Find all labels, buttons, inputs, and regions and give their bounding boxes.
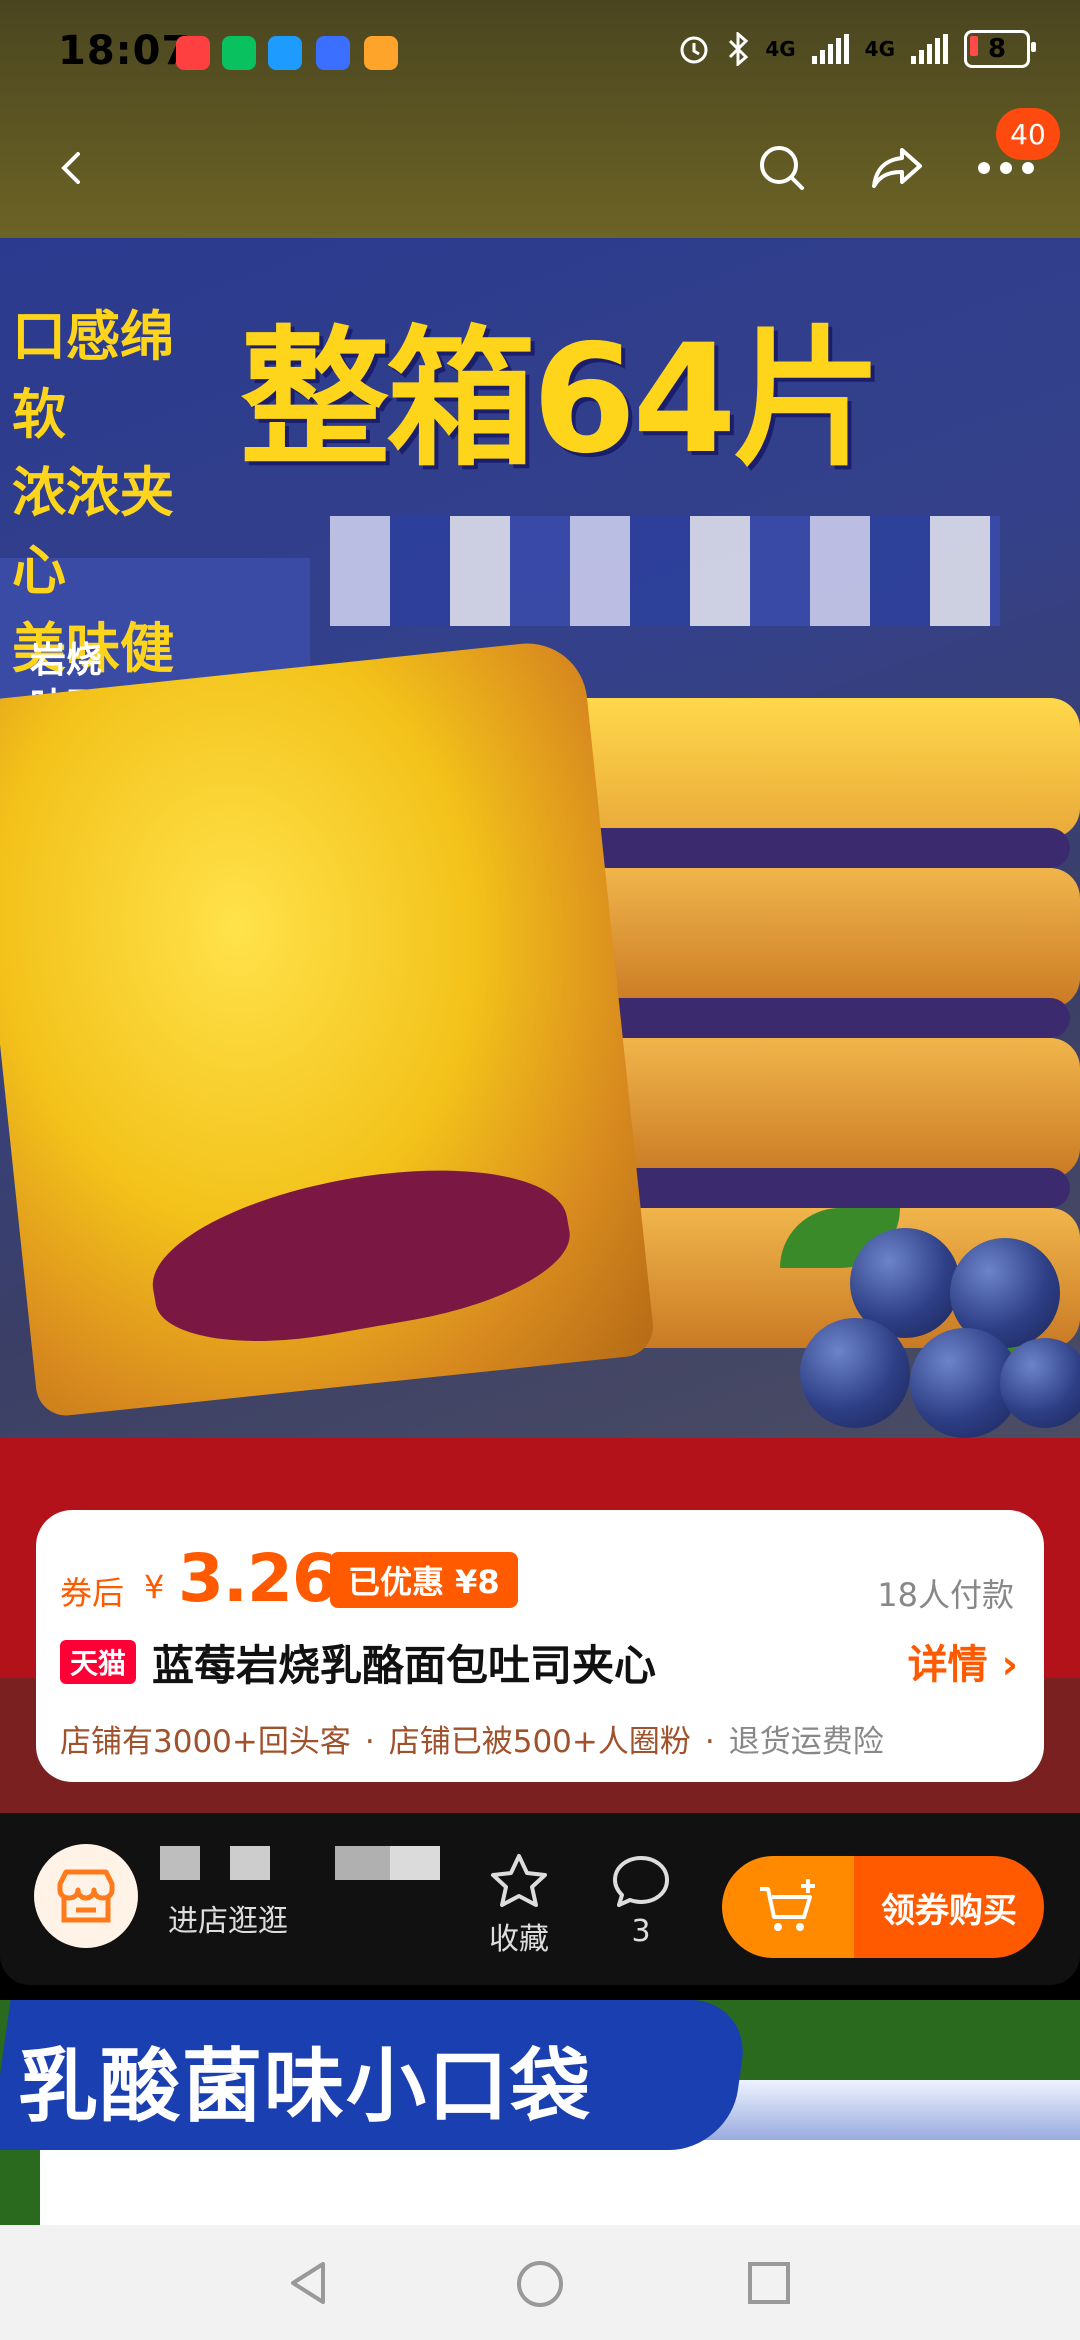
hero-headline: 整箱64片	[240, 313, 883, 487]
blueberry	[800, 1318, 910, 1428]
add-to-cart-button[interactable]	[722, 1856, 854, 1958]
hero-tag: 浓浓夹心	[12, 461, 174, 602]
discount-badge: 已优惠 ¥8	[325, 1552, 518, 1608]
blueberry	[1000, 1338, 1080, 1428]
more-icon	[978, 162, 1034, 174]
price-value: 3.26	[178, 1540, 338, 1617]
store-avatar[interactable]	[34, 1844, 138, 1948]
price-label: 券后	[60, 1574, 125, 1612]
square-recents-icon	[748, 2262, 790, 2304]
purchase-group: 领券购买	[722, 1856, 1044, 1958]
blurred-brand	[330, 516, 1000, 626]
coffee-app-icon	[364, 36, 398, 70]
notification-badge: 40	[996, 108, 1060, 160]
details-link[interactable]: 详情 ›	[908, 1632, 1018, 1690]
next-product-box-strip	[40, 2140, 1080, 2230]
network-label-2: 4G	[864, 37, 895, 61]
nav-back-button[interactable]	[285, 2258, 335, 2312]
favorite-label: 收藏	[489, 1922, 549, 1957]
star-icon	[491, 1854, 547, 1907]
signal-icon-2	[911, 34, 948, 64]
enter-store-button[interactable]: 进店逛逛	[168, 1896, 288, 1940]
status-icons: 4G 4G 8	[677, 30, 1036, 68]
buy-with-coupon-button[interactable]: 领券购买	[854, 1856, 1044, 1958]
paid-count: 18人付款	[877, 1576, 1014, 1614]
nav-recents-button[interactable]	[746, 2260, 792, 2310]
baidu-icon	[316, 36, 350, 70]
message-icon	[268, 36, 302, 70]
hero-tag: 口感绵软	[12, 305, 174, 446]
circle-home-icon	[517, 2261, 563, 2307]
search-button[interactable]	[752, 138, 812, 198]
battery-level: 8	[987, 34, 1007, 64]
status-time: 18:07	[58, 28, 191, 74]
returning-customers: 店铺有3000+回头客	[60, 1724, 351, 1760]
store-fans: 店铺已被500+人圈粉	[388, 1724, 691, 1760]
product-title: 蓝莓岩烧乳酪面包吐司夹心	[152, 1641, 657, 1690]
chevron-left-icon	[61, 152, 80, 184]
comments-count: 3	[631, 1914, 651, 1949]
share-icon	[872, 148, 922, 188]
search-icon	[760, 146, 804, 190]
nav-home-button[interactable]	[514, 2258, 566, 2314]
store-icon	[57, 1869, 115, 1923]
network-label-1: 4G	[765, 37, 796, 61]
signal-icon	[811, 34, 849, 64]
triangle-back-icon	[291, 2262, 325, 2304]
store-name-blurred[interactable]	[160, 1846, 440, 1880]
battery-icon: 8	[964, 30, 1036, 68]
comment-icon	[613, 1856, 669, 1907]
product-image[interactable]: 口感绵软 浓浓夹心 美味健康 整箱64片 岩烧 吐司	[0, 238, 1080, 1438]
bluetooth-icon	[729, 32, 749, 66]
app-notification-icon	[176, 36, 210, 70]
price-currency: ¥	[144, 1568, 165, 1606]
return-insurance: 退货运费险	[728, 1724, 884, 1760]
comments-button[interactable]: 3	[596, 1850, 686, 1949]
share-button[interactable]	[868, 138, 928, 198]
back-button[interactable]	[42, 138, 102, 198]
next-product-title: 乳酸菌味小口袋	[18, 2040, 592, 2133]
cart-add-icon	[760, 1879, 815, 1931]
alarm-icon	[680, 36, 708, 64]
store-highlights: 店铺有3000+回头客 · 店铺已被500+人圈粉 · 退货运费险	[60, 1724, 884, 1760]
wechat-icon	[222, 36, 256, 70]
favorite-button[interactable]: 收藏	[474, 1850, 564, 1958]
tmall-badge: 天猫	[60, 1640, 137, 1684]
